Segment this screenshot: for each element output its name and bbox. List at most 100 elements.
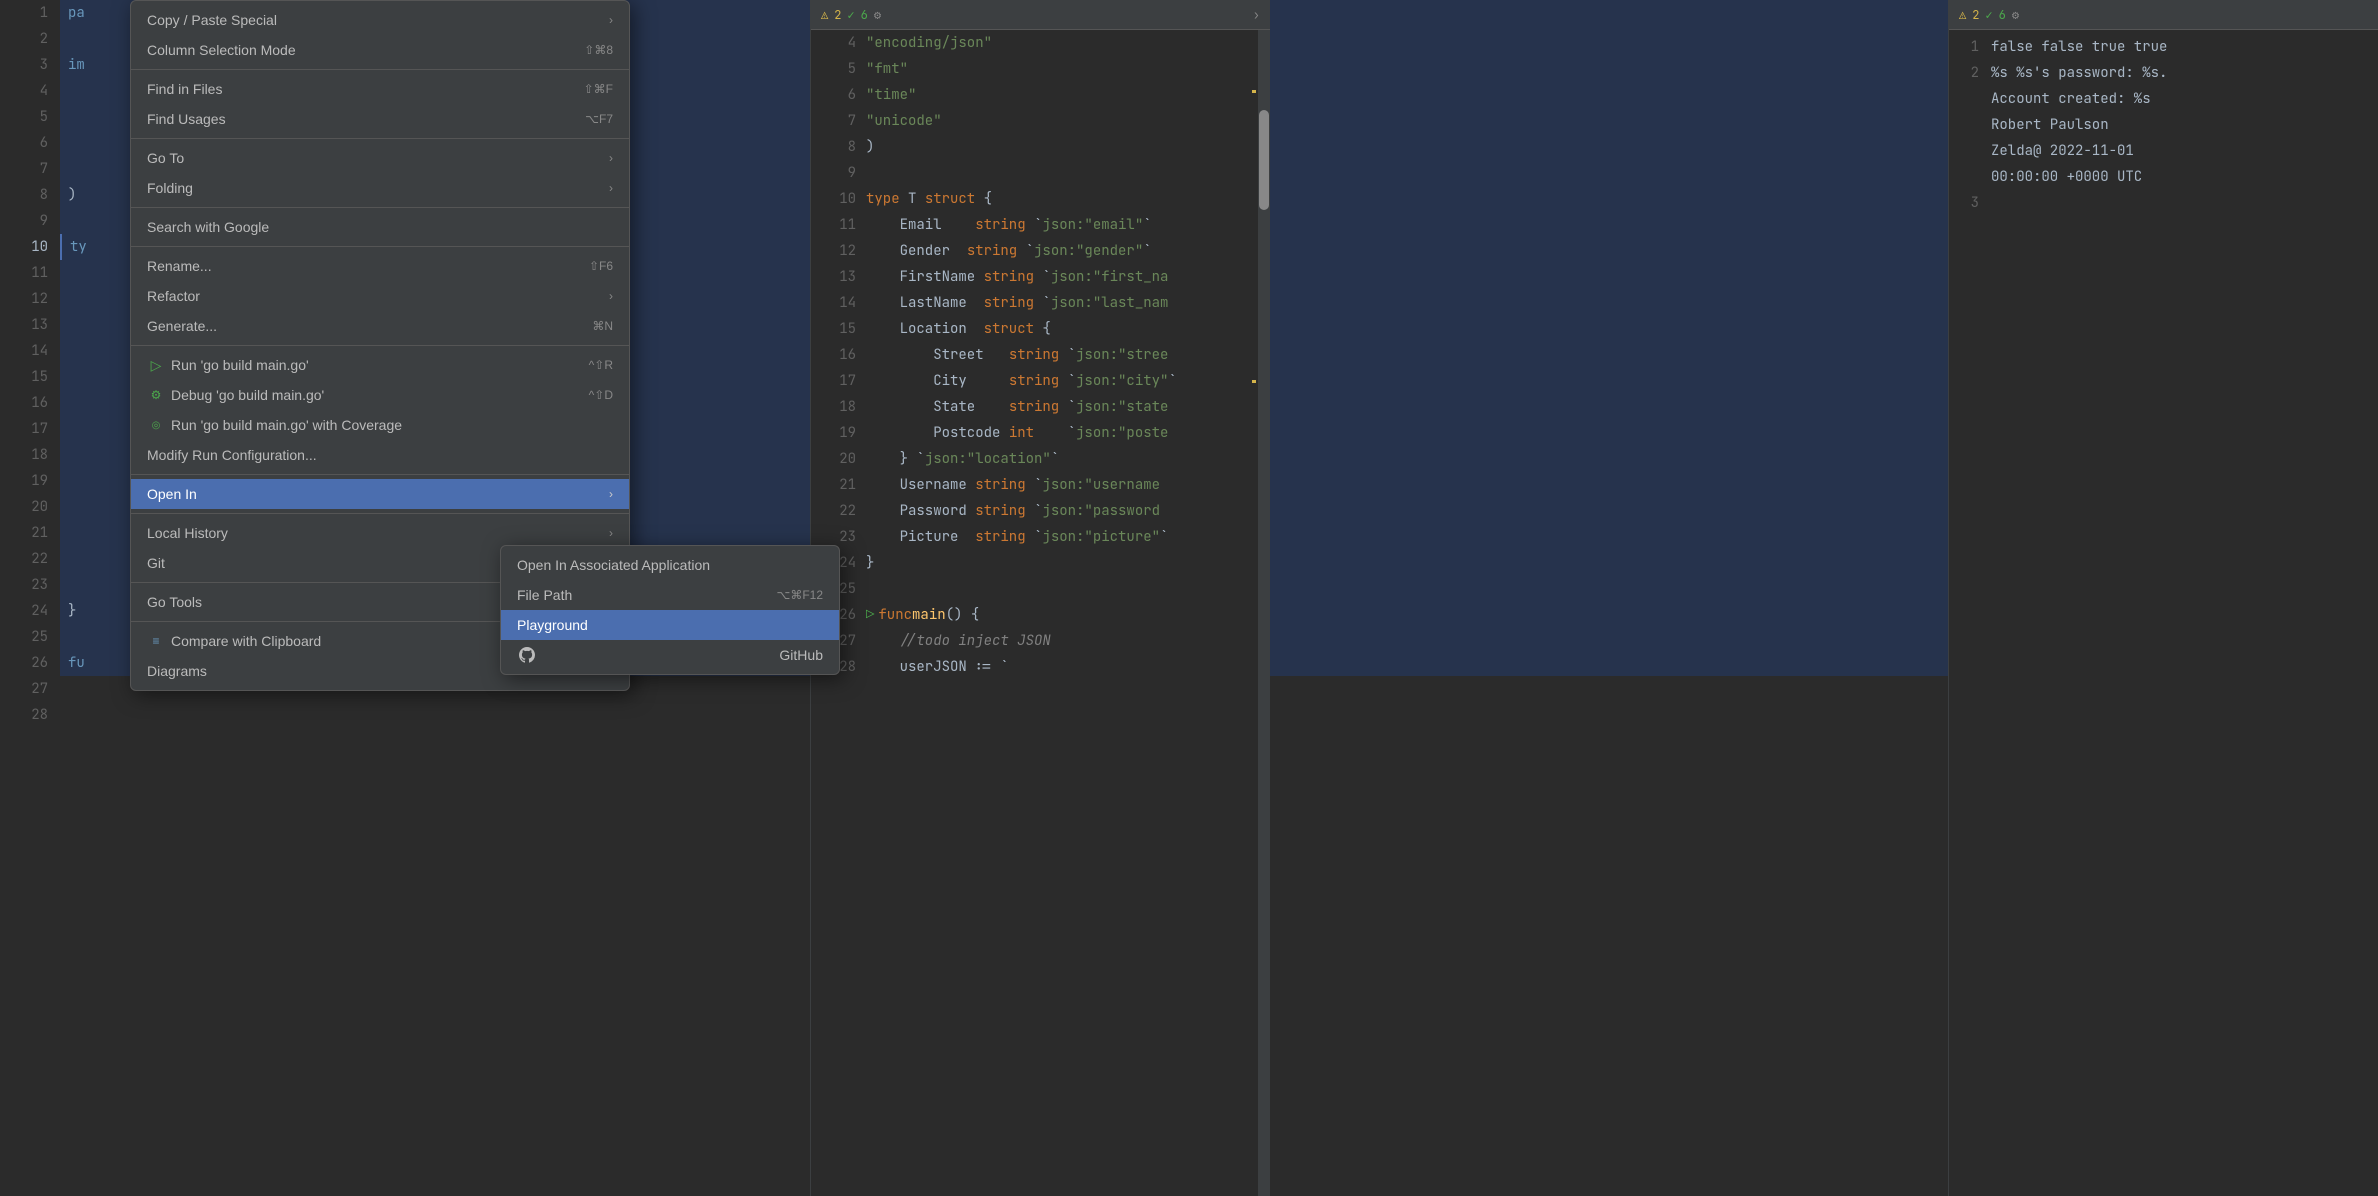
line-num-19: 19 (0, 468, 60, 494)
output-settings-icon[interactable]: ⚙ (2012, 7, 2019, 23)
menu-item-copy-paste-special[interactable]: Copy / Paste Special › (131, 5, 629, 35)
output-warning-count: 2 (1972, 7, 1979, 23)
output-row-2: 2 %s %s's password: %s. (1949, 60, 2378, 86)
menu-item-folding[interactable]: Folding › (131, 173, 629, 203)
s-code-17: City string `json:"city"` (866, 368, 1258, 394)
line-num-20: 20 (0, 494, 60, 520)
menu-item-modify-run[interactable]: Modify Run Configuration... (131, 440, 629, 470)
separator-3 (131, 207, 629, 208)
github-icon (517, 647, 537, 663)
menu-item-refactor[interactable]: Refactor › (131, 281, 629, 311)
output-text-2d: Zelda@ 2022-11-01 (1991, 138, 2134, 164)
compare-icon: ≡ (147, 632, 165, 650)
s-code-27: //todo inject JSON (866, 628, 1258, 654)
s-code-28: userJSON := ` (866, 654, 1258, 680)
minimap-warning-1 (1252, 90, 1256, 93)
menu-item-generate[interactable]: Generate... ⌘N (131, 311, 629, 341)
line-num-15: 15 (0, 364, 60, 390)
separator-2 (131, 138, 629, 139)
shortcut-find-usages: ⌥F7 (585, 112, 613, 126)
debug-icon: ⚙ (147, 386, 165, 404)
indicator-bar: ⚠ 2 ✓ 6 ⚙ › (811, 0, 1270, 30)
settings-icon[interactable]: ⚙ (874, 7, 881, 23)
submenu-item-github[interactable]: GitHub (501, 640, 839, 670)
output-row-2b: Account created: %s (1949, 86, 2378, 112)
menu-label-rename: Rename... (147, 258, 569, 274)
expand-icon[interactable]: › (1253, 7, 1260, 23)
menu-item-find-in-files[interactable]: Find in Files ⇧⌘F (131, 74, 629, 104)
menu-item-find-usages[interactable]: Find Usages ⌥F7 (131, 104, 629, 134)
output-content: 1 false false true true 2 %s %s's passwo… (1949, 30, 2378, 1196)
menu-item-run-coverage[interactable]: ◎ Run 'go build main.go' with Coverage (131, 410, 629, 440)
s-code-18: State string `json:"state (866, 394, 1258, 420)
output-text-2b: Account created: %s (1991, 86, 2151, 112)
arrow-icon-folding: › (609, 181, 613, 195)
shortcut-find-in-files: ⇧⌘F (584, 82, 613, 96)
s-code-6: "time" (866, 82, 1258, 108)
line-num-23: 23 (0, 572, 60, 598)
submenu-label-file-path: File Path (517, 587, 572, 603)
arrow-icon-go-to: › (609, 151, 613, 165)
s-code-5: "fmt" (866, 56, 1258, 82)
shortcut-debug-build: ^⇧D (589, 388, 613, 402)
minimap-warning-2 (1252, 380, 1256, 383)
scrollbar-thumb[interactable] (1259, 110, 1269, 210)
output-indicator-bar: ⚠ 2 ✓ 6 ⚙ (1949, 0, 2378, 30)
menu-item-search-google[interactable]: Search with Google (131, 212, 629, 242)
s-code-10: type T struct { (866, 186, 1258, 212)
line-num-24: 24 (0, 598, 60, 624)
line-num-4: 4 (0, 78, 60, 104)
menu-label-local-history: Local History (147, 525, 601, 541)
output-row-2c: Robert Paulson (1949, 112, 2378, 138)
arrow-icon-open-in: › (609, 487, 613, 501)
left-gutter: 1 2 3 4 5 6 7 8 9 10 11 12 13 14 15 16 1… (0, 0, 60, 1196)
menu-item-debug-build[interactable]: ⚙ Debug 'go build main.go' ^⇧D (131, 380, 629, 410)
line-num-8: 8 (0, 182, 60, 208)
output-lineno-1: 1 (1949, 34, 1979, 60)
s-code-24: } (866, 550, 1258, 576)
s-code-4: "encoding/json" (866, 30, 1258, 56)
separator-1 (131, 69, 629, 70)
second-editor-code: "encoding/json" "fmt" "time" "unicode" )… (866, 30, 1258, 1196)
submenu-shortcut-file-path: ⌥⌘F12 (776, 588, 823, 602)
output-text-2e: 00:00:00 +0000 UTC (1991, 164, 2142, 190)
line-num-11: 11 (0, 260, 60, 286)
menu-item-run-build[interactable]: ▷ Run 'go build main.go' ^⇧R (131, 350, 629, 380)
scrollbar-track[interactable] (1258, 30, 1270, 1196)
shortcut-run-build: ^⇧R (589, 358, 613, 372)
shortcut-generate: ⌘N (592, 319, 613, 333)
menu-item-go-to[interactable]: Go To › (131, 143, 629, 173)
output-lineno-2: 2 (1949, 60, 1979, 86)
s-code-20: } `json:"location"` (866, 446, 1258, 472)
line-num-16: 16 (0, 390, 60, 416)
s-code-21: Username string `json:"username (866, 472, 1258, 498)
s-code-13: FirstName string `json:"first_na (866, 264, 1258, 290)
output-panel: ⚠ 2 ✓ 6 ⚙ 1 false false true true 2 %s %… (1948, 0, 2378, 1196)
output-row-2e: 00:00:00 +0000 UTC (1949, 164, 2378, 190)
menu-item-open-in[interactable]: Open In › (131, 479, 629, 509)
submenu-item-file-path[interactable]: File Path ⌥⌘F12 (501, 580, 839, 610)
menu-label-debug-build: Debug 'go build main.go' (171, 387, 569, 403)
separator-6 (131, 474, 629, 475)
line-num-12: 12 (0, 286, 60, 312)
s-code-22: Password string `json:"password (866, 498, 1258, 524)
menu-label-column-selection: Column Selection Mode (147, 42, 564, 58)
output-lineno-3: 3 (1949, 190, 1979, 216)
menu-label-go-to: Go To (147, 150, 601, 166)
submenu-item-open-associated[interactable]: Open In Associated Application (501, 550, 839, 580)
menu-item-column-selection[interactable]: Column Selection Mode ⇧⌘8 (131, 35, 629, 65)
line-num-5: 5 (0, 104, 60, 130)
output-row-1: 1 false false true true (1949, 34, 2378, 60)
editor-container: 1 2 3 4 5 6 7 8 9 10 11 12 13 14 15 16 1… (0, 0, 2378, 1196)
submenu-item-playground[interactable]: Playground (501, 610, 839, 640)
run-icon: ▷ (147, 356, 165, 374)
s-code-16: Street string `json:"stree (866, 342, 1258, 368)
shortcut-rename: ⇧F6 (589, 259, 613, 273)
menu-item-rename[interactable]: Rename... ⇧F6 (131, 251, 629, 281)
line-num-10: 10 (0, 234, 60, 260)
menu-label-generate: Generate... (147, 318, 572, 334)
line-num-28: 28 (0, 702, 60, 728)
submenu-label-github: GitHub (779, 647, 823, 663)
menu-item-local-history[interactable]: Local History › (131, 518, 629, 548)
minimap-area (1252, 30, 1258, 1196)
